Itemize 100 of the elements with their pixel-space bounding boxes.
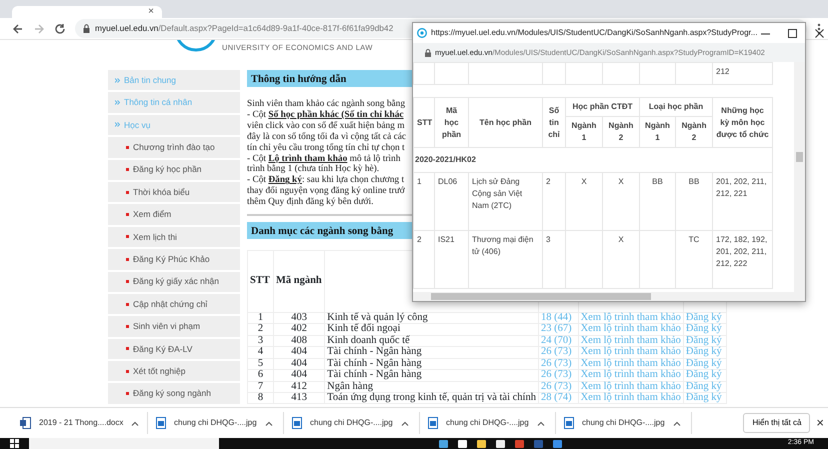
horizontal-scrollbar[interactable]: [413, 292, 794, 301]
register-link[interactable]: Đăng ký: [683, 312, 726, 324]
register-link[interactable]: Đăng ký: [683, 346, 726, 358]
bullet-icon: [126, 190, 129, 194]
download-item[interactable]: chung chi DHQG-....jpg: [556, 412, 692, 434]
download-item[interactable]: 2019 - 21 Thong....docx: [12, 412, 148, 434]
count-link[interactable]: 26 (73): [538, 358, 578, 370]
sidebar-item[interactable]: Xem điểm: [133, 208, 172, 221]
caret-icon[interactable]: [400, 420, 409, 426]
reload-icon[interactable]: [54, 22, 66, 34]
windows-icon[interactable]: [10, 439, 19, 448]
route-link[interactable]: Xem lộ trình tham khảo: [578, 370, 684, 381]
app-icon[interactable]: [477, 439, 486, 448]
table-cell: 403: [273, 312, 325, 324]
lock-icon: [83, 24, 90, 33]
table-cell: X: [602, 230, 640, 288]
maximize-icon[interactable]: [788, 28, 798, 38]
route-link[interactable]: Xem lộ trình tham khảo: [578, 381, 684, 392]
table-cell: 1: [248, 312, 274, 324]
count-link[interactable]: 18 (44): [538, 312, 578, 324]
guide-text: tín chỉ yêu cầu trong tổng tín chỉ tự chọn t: [247, 142, 405, 154]
download-item[interactable]: chung chi DHQG-....jpg: [148, 412, 284, 434]
download-item[interactable]: chung chi DHQG-....jpg: [284, 412, 420, 434]
window-title: https://myuel.uel.edu.vn/Modules/UIS/StudentUC/DangKi/SoSanhNganh.aspx?StudyProgr...: [431, 27, 758, 39]
caret-icon[interactable]: [672, 420, 681, 426]
table-cell: 6: [248, 370, 274, 381]
table-cell: Toán ứng dụng trong kinh tế, quản trị và tài chính: [324, 392, 538, 404]
table-cell: BB: [640, 172, 676, 230]
table-cell: 402: [273, 324, 325, 336]
sidebar-item[interactable]: Xem lịch thi: [133, 230, 177, 244]
route-link[interactable]: Xem lộ trình tham khảo: [578, 312, 684, 324]
table-cell: 413: [273, 392, 325, 404]
sidebar-item[interactable]: Học vụ: [124, 118, 150, 132]
chevron-icon: [115, 122, 120, 128]
vertical-scrollbar[interactable]: [794, 62, 805, 301]
download-item[interactable]: chung chi DHQG-....jpg: [420, 412, 556, 434]
close-icon[interactable]: ×: [148, 7, 154, 17]
register-link[interactable]: Đăng ký: [683, 381, 726, 392]
table-cell: 3: [542, 230, 566, 288]
image-file-icon: [156, 417, 166, 429]
column-header: Mã học phần: [434, 98, 468, 148]
image-file-icon: [292, 417, 302, 429]
count-link[interactable]: 23 (67): [538, 324, 578, 336]
app-icon[interactable]: [496, 439, 505, 448]
table-cell: 408: [273, 335, 325, 347]
sidebar-item[interactable]: Bản tin chung: [124, 74, 176, 87]
bullet-icon: [126, 347, 129, 350]
guide-text: trình bằng 1 (chưa tính Học kỳ hè).: [247, 164, 380, 175]
caret-icon[interactable]: [264, 420, 273, 426]
app-icon[interactable]: [458, 439, 467, 448]
sidebar-item[interactable]: Chương trình đào tạo: [133, 140, 215, 154]
table-cell: BB: [676, 172, 713, 230]
sidebar-item[interactable]: Đăng Ký ĐA-LV: [133, 342, 192, 356]
sidebar-item[interactable]: Đăng ký giấy xác nhận: [133, 275, 219, 288]
route-link[interactable]: Xem lộ trình tham khảo: [578, 346, 684, 358]
caret-icon[interactable]: [536, 420, 545, 426]
back-icon[interactable]: [12, 22, 24, 34]
table-cell: X: [566, 172, 602, 230]
bullet-icon: [126, 280, 129, 284]
count-link[interactable]: 26 (73): [538, 381, 578, 392]
register-link[interactable]: Đăng ký: [683, 324, 726, 336]
bullet-icon: [126, 392, 129, 396]
sidebar-item[interactable]: Xét tốt nghiệp: [133, 364, 186, 378]
table-cell: TC: [676, 230, 713, 288]
register-link[interactable]: Đăng ký: [683, 370, 726, 381]
table-cell: 7: [248, 381, 274, 392]
route-link[interactable]: Xem lộ trình tham khảo: [578, 392, 684, 404]
route-link[interactable]: Xem lộ trình tham khảo: [578, 335, 684, 347]
table-cell: DL06: [434, 172, 468, 230]
register-link[interactable]: Đăng ký: [683, 358, 726, 370]
browser-tab[interactable]: ×: [12, 6, 162, 18]
sidebar-item[interactable]: Đăng ký học phần: [133, 163, 202, 176]
menu-icon[interactable]: [816, 22, 822, 34]
bullet-icon: [126, 213, 129, 216]
show-all-button[interactable]: Hiển thị tất cả: [743, 413, 810, 433]
count-link[interactable]: 24 (70): [538, 335, 578, 347]
route-link[interactable]: Xem lộ trình tham khảo: [578, 358, 684, 370]
sidebar-item[interactable]: Thông tin cá nhân: [124, 96, 192, 109]
count-link[interactable]: 28 (74): [538, 392, 578, 404]
table-cell: 412: [273, 381, 325, 392]
count-link[interactable]: 26 (73): [538, 370, 578, 381]
sidebar-item[interactable]: Thời khóa biểu: [133, 186, 190, 199]
close-icon[interactable]: ×: [816, 413, 824, 433]
guide-text: thêm Quy định đăng ký bên dưới.: [247, 197, 374, 208]
route-link[interactable]: Xem lộ trình tham khảo: [578, 324, 684, 336]
column-header: Mã ngành: [273, 250, 325, 313]
guide-text: - Cột Số học phần khác (Số tin chỉ khác: [247, 110, 404, 121]
count-link[interactable]: 26 (73): [538, 346, 578, 358]
register-link[interactable]: Đăng ký: [683, 392, 726, 404]
sidebar-item[interactable]: Cập nhật chứng chỉ: [133, 298, 208, 310]
sidebar-item[interactable]: Sinh viên vi phạm: [133, 320, 200, 333]
sidebar-item[interactable]: Đăng ký song ngành: [133, 387, 211, 400]
column-header: Số tin chỉ: [542, 98, 566, 148]
caret-icon[interactable]: [131, 420, 140, 426]
register-link[interactable]: Đăng ký: [683, 335, 726, 347]
table-cell: 2: [542, 172, 566, 230]
app-icon[interactable]: [439, 439, 448, 448]
sidebar-item[interactable]: Đăng Ký Phúc Khảo: [133, 252, 210, 266]
close-icon[interactable]: [815, 28, 824, 38]
image-file-icon: [428, 417, 438, 429]
